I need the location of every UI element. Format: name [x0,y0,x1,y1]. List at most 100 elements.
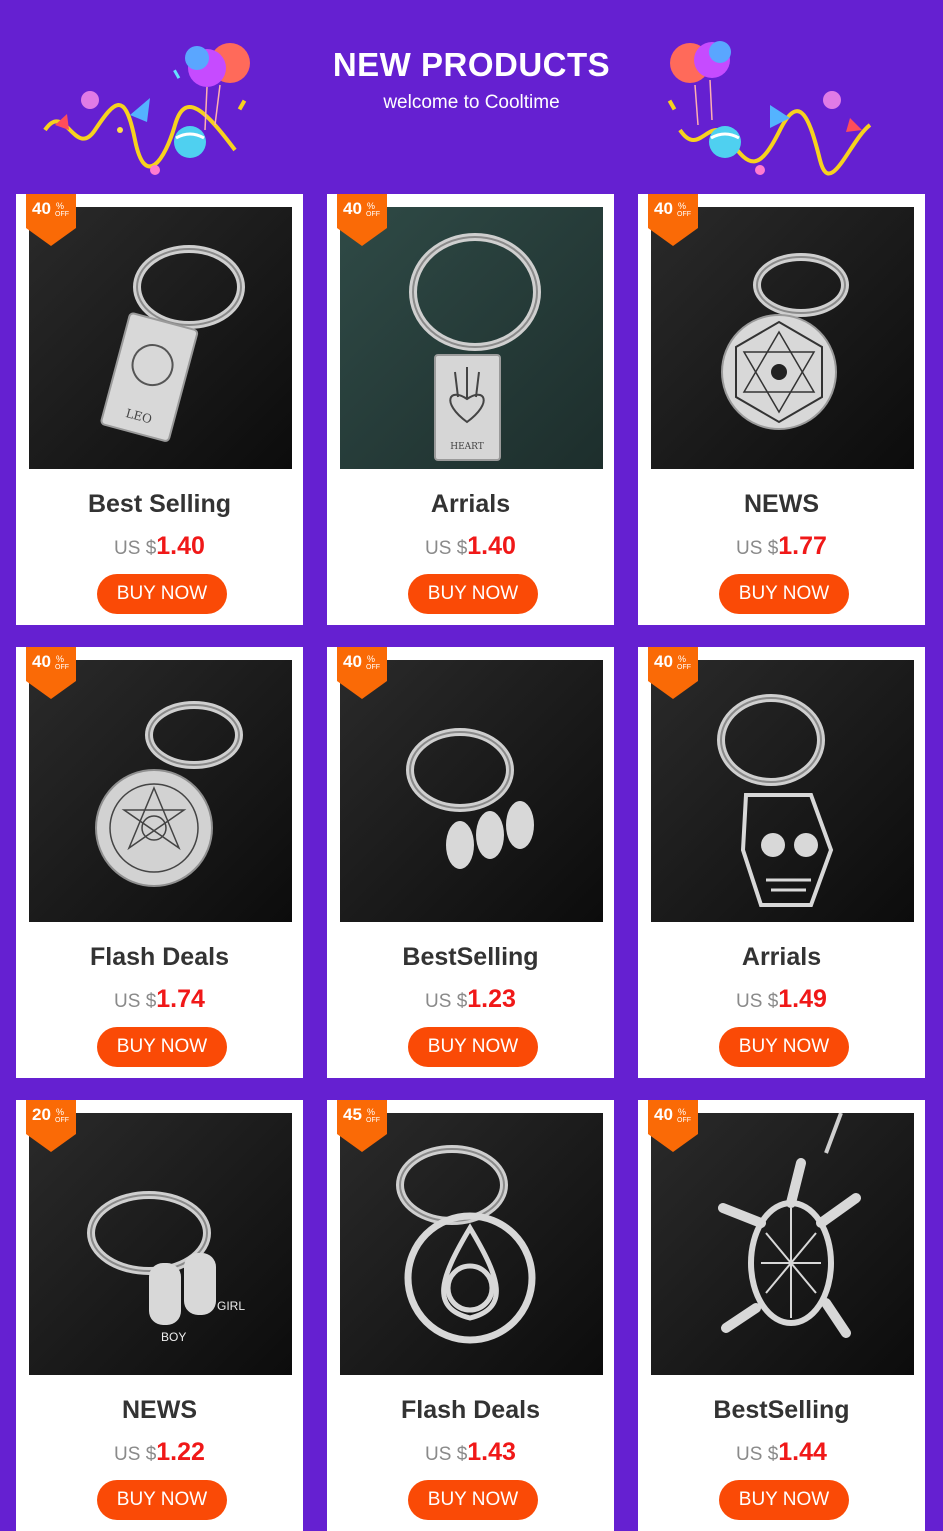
product-price: US $1.43 [327,1438,614,1467]
price-value: 1.23 [467,985,516,1013]
celtic-knot-keychain-image [340,1113,603,1375]
currency-label: US $ [736,538,779,559]
price-value: 1.74 [156,985,205,1013]
percent-symbol: % [367,654,376,664]
off-label: OFF [366,211,380,218]
boy-girl-keychain-image: GIRL BOY [29,1113,292,1375]
price-value: 1.40 [467,532,516,560]
discount-percent: 45 [343,1105,362,1124]
product-image[interactable] [340,1113,603,1375]
discount-badge: 40 % OFF [26,647,76,699]
percent-symbol: % [367,201,376,211]
product-card[interactable]: LEO 40 % OFF Best Selling US $1.40 BUY N… [16,194,303,625]
product-card[interactable]: 40 % OFF BestSelling US $1.23 BUY NOW [327,647,614,1078]
product-card[interactable]: 40 % OFF Arrials US $1.49 BUY NOW [638,647,925,1078]
product-name[interactable]: BestSelling [327,943,614,972]
discount-percent: 40 [654,1105,673,1124]
product-name[interactable]: Arrials [327,490,614,519]
discount-percent: 40 [32,652,51,671]
product-image[interactable] [29,660,292,922]
discount-badge: 40 % OFF [648,647,698,699]
discount-badge: 40 % OFF [26,194,76,246]
product-image[interactable] [340,660,603,922]
product-name[interactable]: NEWS [16,1396,303,1425]
product-card[interactable]: GIRL BOY 20 % OFF NEWS US $1.22 BUY NOW [16,1100,303,1531]
product-card[interactable]: 40 % OFF BestSelling US $1.44 BUY NOW [638,1100,925,1531]
product-image[interactable] [651,660,914,922]
off-label: OFF [55,211,69,218]
currency-label: US $ [425,991,468,1012]
discount-badge: 40 % OFF [337,194,387,246]
product-price: US $1.40 [16,532,303,561]
buy-now-button[interactable]: BUY NOW [97,574,227,614]
discount-badge: 40 % OFF [648,1100,698,1152]
buy-now-button[interactable]: BUY NOW [97,1027,227,1067]
girl-label: GIRL [217,1299,245,1313]
discount-badge: 45 % OFF [337,1100,387,1152]
discount-percent: 20 [32,1105,51,1124]
buy-now-button[interactable]: BUY NOW [719,574,849,614]
product-image[interactable]: LEO [29,207,292,469]
off-label: OFF [677,211,691,218]
product-name[interactable]: Arrials [638,943,925,972]
currency-label: US $ [736,991,779,1012]
product-price: US $1.49 [638,985,925,1014]
product-image[interactable]: GIRL BOY [29,1113,292,1375]
buy-now-button[interactable]: BUY NOW [408,574,538,614]
discount-badge: 40 % OFF [648,194,698,246]
product-name[interactable]: Flash Deals [327,1396,614,1425]
discount-percent: 40 [654,652,673,671]
buy-now-button[interactable]: BUY NOW [408,1027,538,1067]
price-value: 1.43 [467,1438,516,1466]
product-card[interactable]: 40 % OFF Flash Deals US $1.74 BUY NOW [16,647,303,1078]
buy-now-button[interactable]: BUY NOW [719,1027,849,1067]
percent-symbol: % [678,654,687,664]
off-label: OFF [55,664,69,671]
buy-now-button[interactable]: BUY NOW [97,1480,227,1520]
product-card[interactable]: 40 % OFF NEWS US $1.77 BUY NOW [638,194,925,625]
seal-amulet-keychain-image [29,660,292,922]
buy-now-button[interactable]: BUY NOW [408,1480,538,1520]
product-price: US $1.77 [638,532,925,561]
skull-keychain-image [651,660,914,922]
turtle-keychain-image [651,1113,914,1375]
off-label: OFF [366,664,380,671]
off-label: OFF [677,1117,691,1124]
currency-label: US $ [736,1444,779,1465]
percent-symbol: % [367,1107,376,1117]
discount-badge: 40 % OFF [337,647,387,699]
product-name[interactable]: BestSelling [638,1396,925,1425]
balloon-decoration-icon [667,41,872,176]
price-value: 1.49 [778,985,827,1013]
currency-label: US $ [425,538,468,559]
product-price: US $1.22 [16,1438,303,1467]
metatron-cube-keychain-image [651,207,914,469]
product-name[interactable]: Best Selling [16,490,303,519]
currency-label: US $ [114,1444,157,1465]
product-name[interactable]: Flash Deals [16,943,303,972]
heart-tarot-keychain-image: HEART [340,207,603,469]
off-label: OFF [366,1117,380,1124]
product-price: US $1.40 [327,532,614,561]
product-price: US $1.74 [16,985,303,1014]
off-label: OFF [677,664,691,671]
product-card[interactable]: HEART 40 % OFF Arrials US $1.40 BUY NOW [327,194,614,625]
discount-badge: 20 % OFF [26,1100,76,1152]
percent-symbol: % [678,1107,687,1117]
product-image[interactable] [651,207,914,469]
product-name[interactable]: NEWS [638,490,925,519]
percent-symbol: % [56,1107,65,1117]
price-value: 1.40 [156,532,205,560]
discount-percent: 40 [32,199,51,218]
currency-label: US $ [114,538,157,559]
product-card[interactable]: 45 % OFF Flash Deals US $1.43 BUY NOW [327,1100,614,1531]
boy-label: BOY [161,1330,186,1344]
product-image[interactable]: HEART [340,207,603,469]
price-value: 1.22 [156,1438,205,1466]
buy-now-button[interactable]: BUY NOW [719,1480,849,1520]
off-label: OFF [55,1117,69,1124]
product-price: US $1.23 [327,985,614,1014]
product-image[interactable] [651,1113,914,1375]
percent-symbol: % [678,201,687,211]
svg-text:HEART: HEART [450,442,484,452]
